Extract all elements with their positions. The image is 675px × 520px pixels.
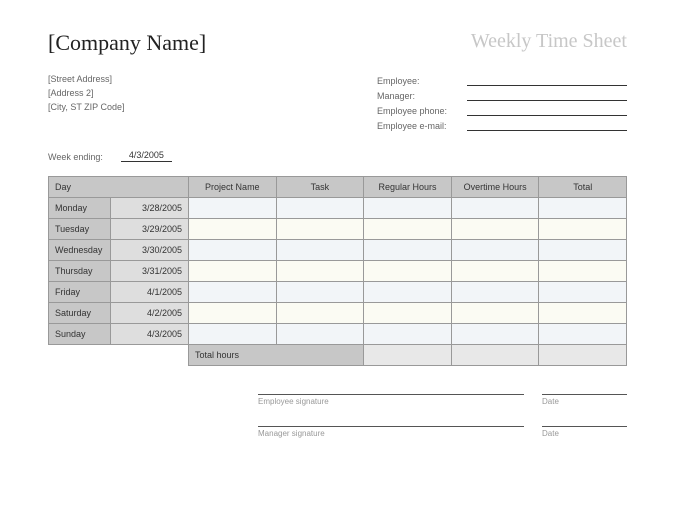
address-line-2: [Address 2] [48, 88, 125, 98]
email-label: Employee e-mail: [377, 121, 467, 131]
col-project: Project Name [189, 177, 277, 198]
week-ending-label: Week ending: [48, 152, 103, 162]
cell-task [276, 198, 364, 219]
cell-regular [364, 198, 452, 219]
cell-task [276, 219, 364, 240]
cell-regular [364, 219, 452, 240]
cell-day: Wednesday [49, 240, 111, 261]
page-title: Weekly Time Sheet [471, 30, 627, 53]
table-row: Thursday3/31/2005 [49, 261, 627, 282]
cell-regular [364, 282, 452, 303]
table-row: Tuesday3/29/2005 [49, 219, 627, 240]
cell-task [276, 261, 364, 282]
email-value [467, 119, 627, 131]
manager-signature-date-label: Date [542, 426, 627, 438]
cell-project [189, 219, 277, 240]
total-overtime [451, 345, 539, 366]
col-day: Day [49, 177, 189, 198]
cell-project [189, 198, 277, 219]
cell-overtime [451, 303, 539, 324]
cell-date: 3/30/2005 [111, 240, 189, 261]
cell-regular [364, 324, 452, 345]
cell-overtime [451, 261, 539, 282]
employee-label: Employee: [377, 76, 467, 86]
table-row: Monday3/28/2005 [49, 198, 627, 219]
address-line-3: [City, ST ZIP Code] [48, 102, 125, 112]
phone-label: Employee phone: [377, 106, 467, 116]
cell-task [276, 240, 364, 261]
cell-total [539, 261, 627, 282]
cell-project [189, 282, 277, 303]
cell-project [189, 240, 277, 261]
cell-date: 3/31/2005 [111, 261, 189, 282]
total-regular [364, 345, 452, 366]
col-task: Task [276, 177, 364, 198]
table-row: Sunday4/3/2005 [49, 324, 627, 345]
cell-total [539, 303, 627, 324]
cell-date: 4/1/2005 [111, 282, 189, 303]
cell-overtime [451, 240, 539, 261]
cell-project [189, 324, 277, 345]
company-name: [Company Name] [48, 30, 206, 56]
cell-task [276, 324, 364, 345]
cell-task [276, 303, 364, 324]
cell-project [189, 261, 277, 282]
timesheet-table: Day Project Name Task Regular Hours Over… [48, 176, 627, 366]
employee-value [467, 74, 627, 86]
cell-day: Thursday [49, 261, 111, 282]
address-block: [Street Address] [Address 2] [City, ST Z… [48, 74, 125, 134]
cell-regular [364, 303, 452, 324]
manager-value [467, 89, 627, 101]
cell-overtime [451, 198, 539, 219]
table-row: Wednesday3/30/2005 [49, 240, 627, 261]
cell-regular [364, 240, 452, 261]
employee-signature-label: Employee signature [258, 394, 524, 406]
cell-date: 4/3/2005 [111, 324, 189, 345]
employee-signature-date-label: Date [542, 394, 627, 406]
employee-info: Employee: Manager: Employee phone: Emplo… [377, 74, 627, 134]
cell-total [539, 198, 627, 219]
cell-overtime [451, 219, 539, 240]
cell-regular [364, 261, 452, 282]
total-hours-label: Total hours [189, 345, 364, 366]
cell-date: 3/29/2005 [111, 219, 189, 240]
cell-date: 3/28/2005 [111, 198, 189, 219]
cell-task [276, 282, 364, 303]
table-row: Saturday4/2/2005 [49, 303, 627, 324]
cell-total [539, 219, 627, 240]
col-regular: Regular Hours [364, 177, 452, 198]
cell-project [189, 303, 277, 324]
cell-overtime [451, 282, 539, 303]
cell-total [539, 240, 627, 261]
table-row: Friday4/1/2005 [49, 282, 627, 303]
col-total: Total [539, 177, 627, 198]
cell-day: Friday [49, 282, 111, 303]
cell-total [539, 282, 627, 303]
week-ending-value: 4/3/2005 [121, 150, 172, 162]
manager-label: Manager: [377, 91, 467, 101]
total-all [539, 345, 627, 366]
cell-overtime [451, 324, 539, 345]
manager-signature-label: Manager signature [258, 426, 524, 438]
address-line-1: [Street Address] [48, 74, 125, 84]
cell-day: Sunday [49, 324, 111, 345]
cell-total [539, 324, 627, 345]
cell-day: Monday [49, 198, 111, 219]
cell-day: Saturday [49, 303, 111, 324]
cell-day: Tuesday [49, 219, 111, 240]
col-overtime: Overtime Hours [451, 177, 539, 198]
cell-date: 4/2/2005 [111, 303, 189, 324]
phone-value [467, 104, 627, 116]
